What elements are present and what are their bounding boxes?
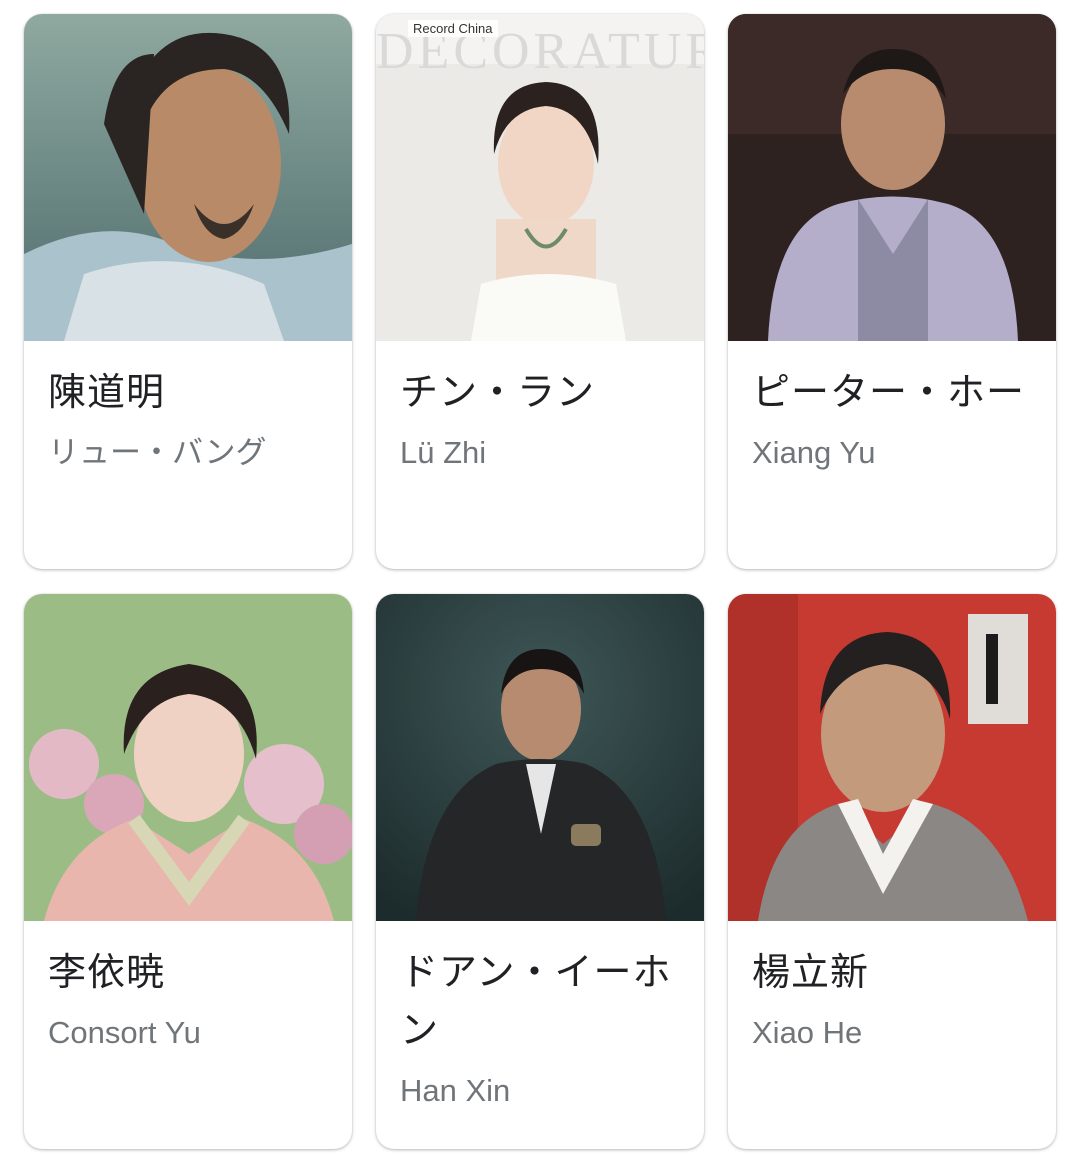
character-name: Xiao He xyxy=(752,1015,863,1050)
character-name: Han Xin xyxy=(400,1073,511,1108)
actor-photo xyxy=(728,14,1056,341)
cast-card[interactable]: ドアン・イーホン Han Xin xyxy=(376,594,704,1149)
character-name: Xiang Yu xyxy=(752,435,876,470)
actor-name: チン・ラン xyxy=(400,370,596,414)
cast-card[interactable]: 李依暁 Consort Yu xyxy=(24,594,352,1149)
actor-name: ピーター・ホー xyxy=(752,370,1026,414)
photo-watermark: Record China xyxy=(408,20,498,37)
actor-photo: DECORATURA Record China xyxy=(376,14,704,341)
cast-card[interactable]: 楊立新 Xiao He xyxy=(728,594,1056,1149)
actor-photo xyxy=(24,594,352,921)
actor-photo xyxy=(24,14,352,341)
cast-card[interactable]: 陳道明 リュー・バング xyxy=(24,14,352,569)
actor-photo xyxy=(728,594,1056,921)
character-name: リュー・バング xyxy=(48,435,267,470)
cast-grid: 陳道明 リュー・バング DECORATURA Record China チン・ラ… xyxy=(0,0,1080,1154)
actor-name: 陳道明 xyxy=(48,370,166,414)
character-name: Lü Zhi xyxy=(400,435,487,470)
actor-name: 楊立新 xyxy=(752,950,870,994)
character-name: Consort Yu xyxy=(48,1015,201,1050)
actor-name: ドアン・イーホン xyxy=(400,950,672,1052)
actor-photo xyxy=(376,594,704,921)
actor-name: 李依暁 xyxy=(48,950,166,994)
cast-card[interactable]: ピーター・ホー Xiang Yu xyxy=(728,14,1056,569)
cast-card[interactable]: DECORATURA Record China チン・ラン Lü Zhi xyxy=(376,14,704,569)
